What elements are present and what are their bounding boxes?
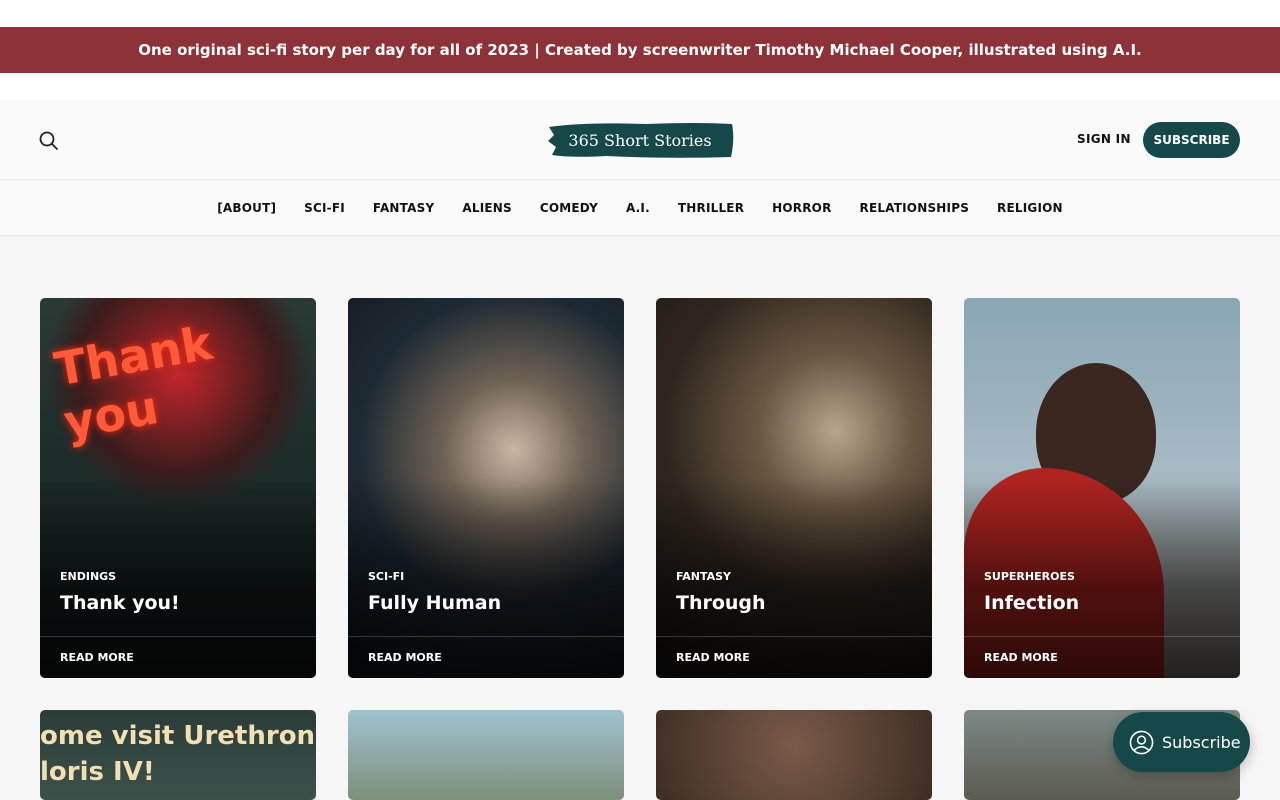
nav-item-religion[interactable]: RELIGION <box>997 201 1063 215</box>
card-title[interactable]: Fully Human <box>368 592 501 614</box>
card-image-poster-text: ome visit Urethron loris IV! <box>40 718 315 790</box>
nav-item-aliens[interactable]: ALIENS <box>462 201 511 215</box>
spacer <box>0 73 1280 100</box>
nav-item-fantasy[interactable]: FANTASY <box>373 201 434 215</box>
user-icon <box>1129 730 1154 754</box>
nav-item-relationships[interactable]: RELATIONSHIPS <box>860 201 970 215</box>
nav-item-comedy[interactable]: COMEDY <box>540 201 598 215</box>
category-nav: [ABOUT] SCI-FI FANTASY ALIENS COMEDY A.I… <box>0 180 1280 236</box>
post-card[interactable] <box>348 710 624 800</box>
card-divider <box>656 636 932 637</box>
card-title[interactable]: Infection <box>984 592 1079 614</box>
nav-item-horror[interactable]: HORROR <box>772 201 831 215</box>
poster-line: loris IV! <box>40 757 155 787</box>
post-card[interactable]: SUPERHEROES Infection READ MORE <box>964 298 1240 678</box>
sign-in-link[interactable]: SIGN IN <box>1077 132 1131 146</box>
card-tag[interactable]: SUPERHEROES <box>984 570 1075 583</box>
nav-item-thriller[interactable]: THRILLER <box>678 201 744 215</box>
card-tag[interactable]: FANTASY <box>676 570 731 583</box>
read-more-link[interactable]: READ MORE <box>368 651 442 664</box>
logo-text: 365 Short Stories <box>568 130 712 150</box>
card-tag[interactable]: SCI-FI <box>368 570 404 583</box>
nav-item-sci-fi[interactable]: SCI-FI <box>304 201 345 215</box>
post-card[interactable]: Thank you ENDINGS Thank you! READ MORE <box>40 298 316 678</box>
read-more-link[interactable]: READ MORE <box>676 651 750 664</box>
read-more-link[interactable]: READ MORE <box>60 651 134 664</box>
read-more-link[interactable]: READ MORE <box>984 651 1058 664</box>
site-header: 365 Short Stories SIGN IN SUBSCRIBE <box>0 100 1280 180</box>
card-divider <box>964 636 1240 637</box>
announcement-bar: One original sci-fi story per day for al… <box>0 27 1280 73</box>
post-grid: Thank you ENDINGS Thank you! READ MORE S… <box>40 298 1240 800</box>
post-card[interactable]: ome visit Urethron loris IV! <box>40 710 316 800</box>
floating-subscribe-label: Subscribe <box>1162 732 1241 752</box>
nav-item-ai[interactable]: A.I. <box>626 201 650 215</box>
card-title[interactable]: Thank you! <box>60 592 180 614</box>
floating-subscribe-button[interactable]: Subscribe <box>1113 712 1250 772</box>
post-card[interactable] <box>656 710 932 800</box>
card-divider <box>40 636 316 637</box>
subscribe-button[interactable]: SUBSCRIBE <box>1143 122 1240 158</box>
site-logo[interactable]: 365 Short Stories <box>546 121 734 159</box>
nav-item-about[interactable]: [ABOUT] <box>217 201 276 215</box>
card-tag[interactable]: ENDINGS <box>60 570 116 583</box>
post-card[interactable]: FANTASY Through READ MORE <box>656 298 932 678</box>
top-spacer <box>0 0 1280 27</box>
card-divider <box>348 636 624 637</box>
search-button[interactable] <box>38 130 60 152</box>
card-title[interactable]: Through <box>676 592 766 614</box>
post-card[interactable]: SCI-FI Fully Human READ MORE <box>348 298 624 678</box>
announcement-text: One original sci-fi story per day for al… <box>138 41 1142 59</box>
poster-line: ome visit Urethron <box>40 721 316 751</box>
card-image-sign-text: Thank you <box>50 315 217 450</box>
search-icon <box>39 131 58 150</box>
